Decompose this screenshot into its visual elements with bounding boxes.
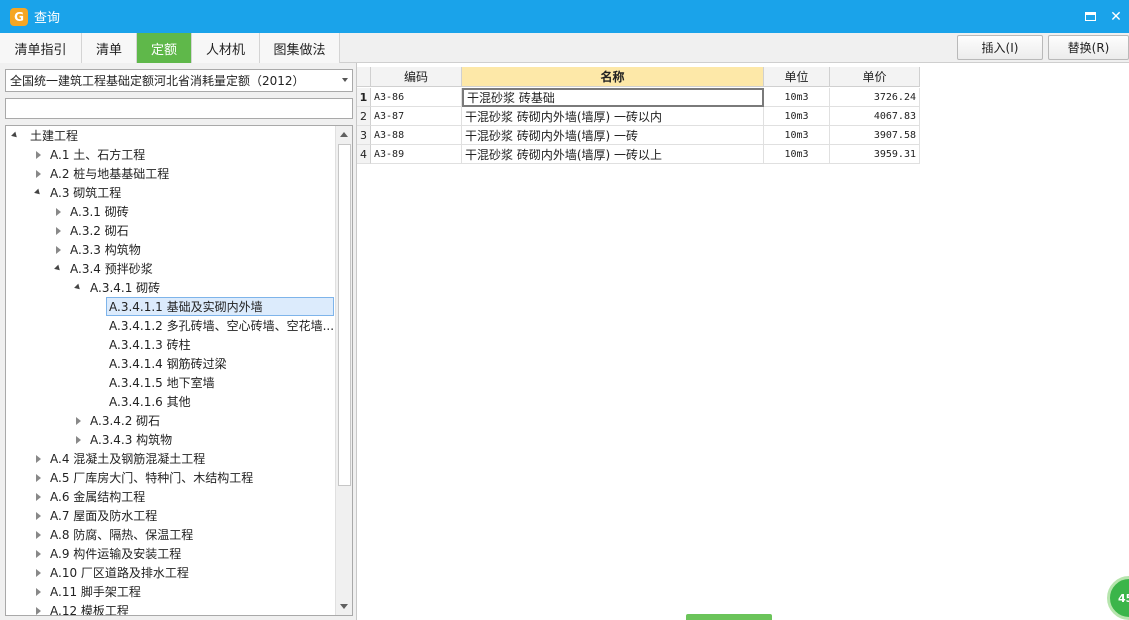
expanded-arrow-icon <box>54 264 62 273</box>
column-header-code[interactable]: 编码 <box>371 67 462 87</box>
window-controls: ✕ <box>1077 0 1129 33</box>
tree-node[interactable]: A.7 屋面及防水工程 <box>36 506 157 525</box>
tree-node[interactable]: A.3 砌筑工程 <box>34 183 121 202</box>
tree-node[interactable]: A.3.4.1.6 其他 <box>109 392 191 411</box>
collapsed-arrow-icon <box>36 512 41 520</box>
app-logo-icon: G <box>10 7 28 26</box>
title-bar: G 查询 ✕ <box>0 0 1129 33</box>
scroll-up-icon[interactable] <box>340 132 348 137</box>
window-title: 查询 <box>34 11 61 26</box>
column-header-unit[interactable]: 单位 <box>764 67 830 87</box>
tree-node[interactable]: A.12 模板工程 <box>36 601 129 615</box>
expanded-arrow-icon <box>11 131 19 140</box>
collapsed-arrow-icon <box>36 607 41 615</box>
floating-assistant-badge[interactable]: 45 <box>1107 576 1129 620</box>
replace-button[interactable]: 替换(R) <box>1048 35 1129 60</box>
left-panel: 全国统一建筑工程基础定额河北省消耗量定额（2012） 土建工程 A.1 土、石方… <box>0 63 356 620</box>
collapsed-arrow-icon <box>36 455 41 463</box>
collapsed-arrow-icon <box>56 246 61 254</box>
tree-node[interactable]: A.8 防腐、隔热、保温工程 <box>36 525 193 544</box>
tab-bill[interactable]: 清单 <box>82 33 137 63</box>
column-header-name[interactable]: 名称 <box>462 67 764 87</box>
collapsed-arrow-icon <box>36 531 41 539</box>
tree-node[interactable]: A.3.4.1 砌砖 <box>74 278 160 297</box>
maximize-button[interactable] <box>1077 4 1103 30</box>
close-button[interactable]: ✕ <box>1103 4 1129 30</box>
collapsed-arrow-icon <box>76 436 81 444</box>
collapsed-arrow-icon <box>56 208 61 216</box>
library-select[interactable]: 全国统一建筑工程基础定额河北省消耗量定额（2012） <box>5 69 353 92</box>
expanded-arrow-icon <box>34 188 42 197</box>
scroll-thumb[interactable] <box>338 144 351 486</box>
table-row[interactable]: 3 A3-88 干混砂浆 砖砌内外墙(墙厚) 一砖 10m3 3907.58 <box>357 126 920 145</box>
collapsed-arrow-icon <box>36 170 41 178</box>
tree-node[interactable]: A.3.4 预拌砂浆 <box>54 259 153 278</box>
tree-node[interactable]: A.2 桩与地基基础工程 <box>36 164 169 183</box>
tree-node[interactable]: A.1 土、石方工程 <box>36 145 145 164</box>
tree-node[interactable]: A.11 脚手架工程 <box>36 582 141 601</box>
tree-node[interactable]: A.3.2 砌石 <box>56 221 129 240</box>
tree-node[interactable]: 土建工程 <box>11 126 78 145</box>
tree-node[interactable]: A.9 构件运输及安装工程 <box>36 544 181 563</box>
search-input[interactable] <box>5 98 353 119</box>
collapsed-arrow-icon <box>36 569 41 577</box>
collapsed-arrow-icon <box>56 227 61 235</box>
tree-node[interactable]: A.6 金属结构工程 <box>36 487 145 506</box>
expanded-arrow-icon <box>74 283 82 292</box>
tree-node-selected[interactable]: A.3.4.1.1 基础及实砌内外墙 <box>106 297 334 316</box>
collapsed-arrow-icon <box>76 417 81 425</box>
row-index-header <box>357 67 371 87</box>
column-header-price[interactable]: 单价 <box>830 67 920 87</box>
tree-scrollbar[interactable] <box>335 126 352 615</box>
collapsed-arrow-icon <box>36 474 41 482</box>
tab-atlas-method[interactable]: 图集做法 <box>260 33 340 63</box>
collapsed-arrow-icon <box>36 493 41 501</box>
insert-button[interactable]: 插入(I) <box>957 35 1043 60</box>
tree-node[interactable]: A.3.4.1.3 砖柱 <box>109 335 191 354</box>
dropdown-arrow-icon <box>342 78 348 82</box>
tab-bar: 清单指引 清单 定额 人材机 图集做法 插入(I) 替换(R) <box>0 33 1129 63</box>
collapsed-arrow-icon <box>36 550 41 558</box>
category-tree: 土建工程 A.1 土、石方工程 A.2 桩与地基基础工程 A.3 砌筑工程 A.… <box>5 125 353 616</box>
table-row[interactable]: 4 A3-89 干混砂浆 砖砌内外墙(墙厚) 一砖以上 10m3 3959.31 <box>357 145 920 164</box>
close-icon: ✕ <box>1110 8 1122 25</box>
maximize-icon <box>1084 12 1096 21</box>
tab-quota[interactable]: 定额 <box>137 33 192 63</box>
tree-node[interactable]: A.3.1 砌砖 <box>56 202 129 221</box>
tree-node[interactable]: A.3.4.3 构筑物 <box>76 430 172 449</box>
table-row[interactable]: 1 A3-86 干混砂浆 砖基础 10m3 3726.24 <box>357 88 920 107</box>
tab-bill-guide[interactable]: 清单指引 <box>0 33 82 63</box>
tree-node[interactable]: A.3.4.1.5 地下室墙 <box>109 373 215 392</box>
scroll-down-icon[interactable] <box>340 604 348 609</box>
tree-node[interactable]: A.3.4.2 砌石 <box>76 411 160 430</box>
collapsed-arrow-icon <box>36 151 41 159</box>
collapsed-arrow-icon <box>36 588 41 596</box>
tree-node[interactable]: A.3.4.1.4 钢筋砖过梁 <box>109 354 227 373</box>
tab-labor-material-machine[interactable]: 人材机 <box>192 33 260 63</box>
table-row[interactable]: 2 A3-87 干混砂浆 砖砌内外墙(墙厚) 一砖以内 10m3 4067.83 <box>357 107 920 126</box>
tree-node[interactable]: A.3.3 构筑物 <box>56 240 141 259</box>
tree-node[interactable]: A.10 厂区道路及排水工程 <box>36 563 189 582</box>
tree-node[interactable]: A.4 混凝土及钢筋混凝土工程 <box>36 449 205 468</box>
library-select-value: 全国统一建筑工程基础定额河北省消耗量定额（2012） <box>10 74 305 88</box>
tree-node[interactable]: A.5 厂库房大门、特种门、木结构工程 <box>36 468 253 487</box>
panel-expand-handle[interactable] <box>686 614 772 620</box>
quota-table-panel: 编码 名称 单位 单价 1 A3-86 干混砂浆 砖基础 10m3 3726.2… <box>356 63 1129 620</box>
table-header: 编码 名称 单位 单价 <box>357 67 920 87</box>
tree-node[interactable]: A.3.4.1.2 多孔砖墙、空心砖墙、空花墙... <box>109 316 334 335</box>
